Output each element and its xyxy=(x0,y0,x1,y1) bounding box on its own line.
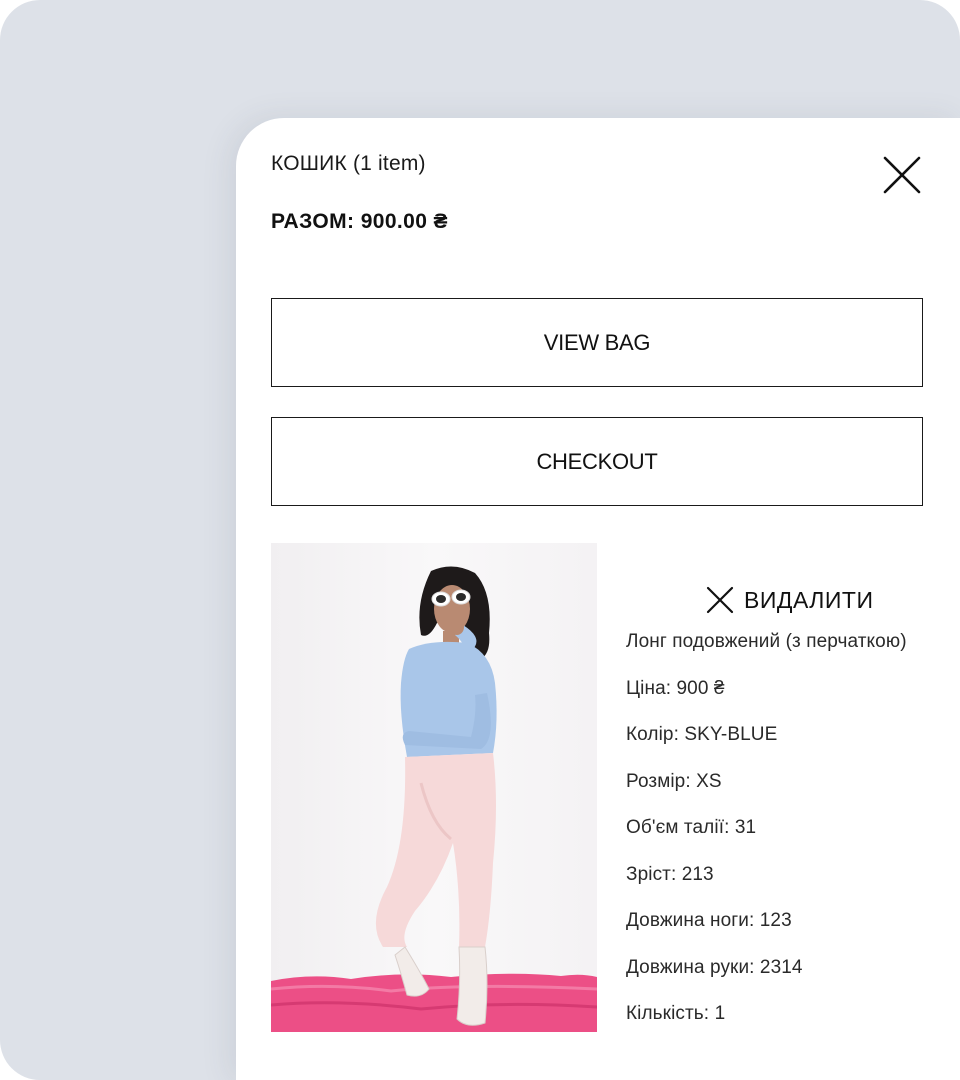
item-arm-length: Довжина руки: 2314 xyxy=(626,956,803,978)
remove-item-button[interactable]: ВИДАЛИТИ xyxy=(706,586,874,614)
close-icon xyxy=(706,586,734,614)
cart-total-value: 900.00 ₴ xyxy=(360,210,448,233)
item-details: Лонг подовжений (з перчаткою) Ціна: 900 … xyxy=(626,628,960,1047)
item-quantity: Кількість: 1 xyxy=(626,1003,726,1024)
view-bag-button[interactable]: VIEW BAG xyxy=(271,298,923,387)
item-color: Колір: SKY-BLUE xyxy=(626,724,778,745)
item-name: Лонг подовжений (з перчаткою) xyxy=(626,631,907,652)
item-leg-length: Довжина ноги: 123 xyxy=(626,910,792,931)
cart-total-label: РАЗОМ: xyxy=(271,210,355,233)
product-image[interactable] xyxy=(271,543,597,1032)
cart-title: КОШИК (1 item) xyxy=(271,152,426,175)
item-size: Розмір: XS xyxy=(626,770,722,792)
checkout-button[interactable]: CHECKOUT xyxy=(271,417,923,506)
close-button[interactable] xyxy=(878,151,926,199)
close-icon xyxy=(883,156,921,194)
cart-drawer: КОШИК (1 item) РАЗОМ: 900.00 ₴ VIEW BAG … xyxy=(236,118,960,1080)
remove-item-label: ВИДАЛИТИ xyxy=(744,586,874,613)
item-price: Ціна: 900 ₴ xyxy=(626,677,725,699)
cart-total: РАЗОМ: 900.00 ₴ xyxy=(271,210,448,234)
item-waist: Об'єм талії: 31 xyxy=(626,817,757,838)
item-height: Зріст: 213 xyxy=(626,863,714,885)
